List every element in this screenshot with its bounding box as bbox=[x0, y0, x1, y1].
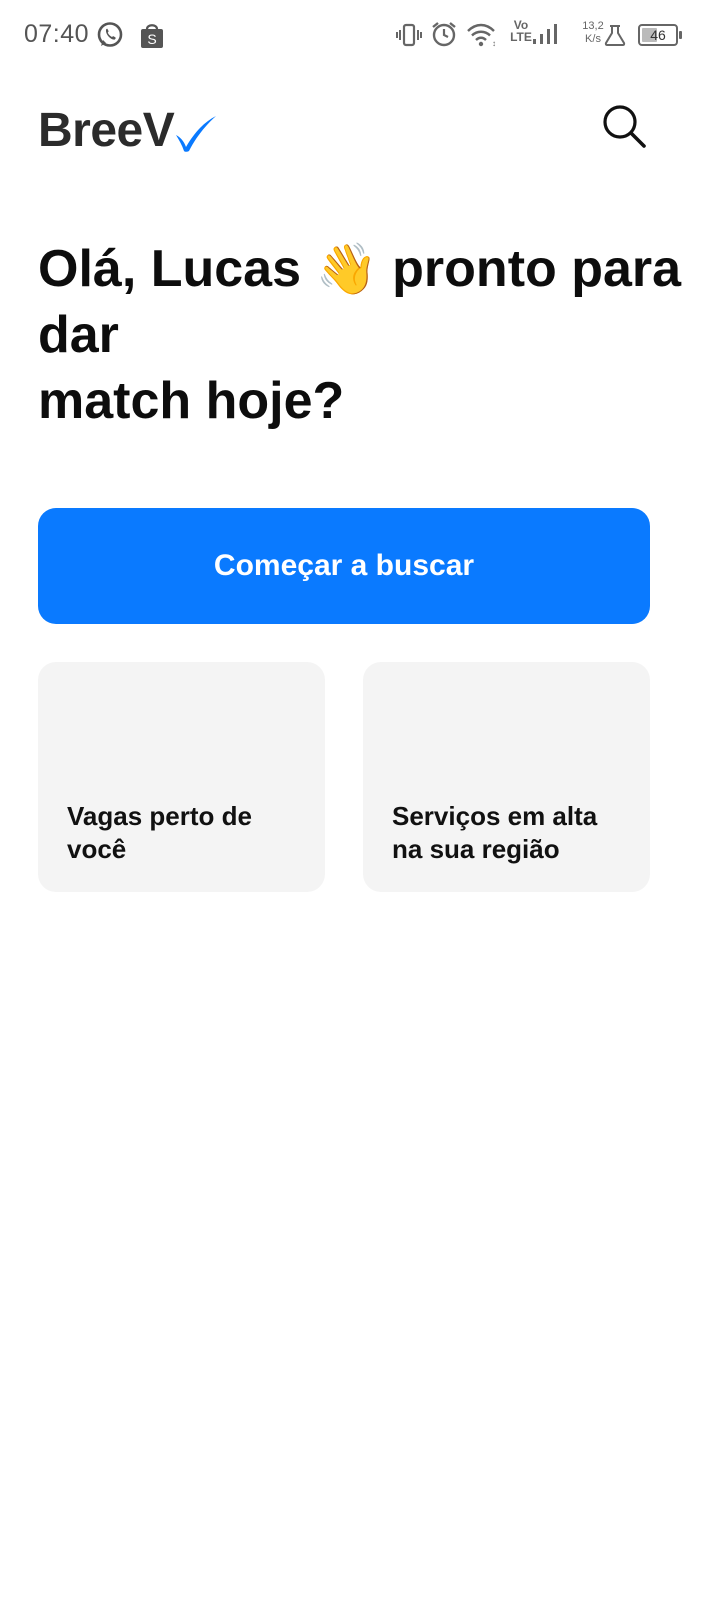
wifi-icon: ↕ bbox=[467, 23, 496, 48]
card-title: Serviços em alta na sua região bbox=[392, 801, 598, 864]
shopee-icon: S bbox=[141, 24, 163, 48]
logo-text: BreeV bbox=[38, 103, 175, 157]
card-trending-services[interactable]: Serviços em alta na sua região bbox=[363, 662, 650, 892]
search-icon[interactable] bbox=[600, 102, 648, 150]
card-nearby-jobs[interactable]: Vagas perto de você bbox=[38, 662, 325, 892]
status-time: 07:40 bbox=[24, 20, 90, 48]
app-logo: BreeV bbox=[38, 100, 218, 160]
waving-hand-emoji: 👋 bbox=[315, 241, 378, 297]
signal-icon bbox=[533, 24, 557, 44]
svg-text:S: S bbox=[147, 31, 156, 47]
greeting-heading: Olá, Lucas 👋 pronto para dar match hoje? bbox=[38, 236, 681, 434]
card-title: Vagas perto de você bbox=[67, 801, 252, 864]
volte-label: Vo LTE bbox=[510, 18, 532, 44]
check-mark-icon bbox=[176, 116, 217, 152]
start-search-button[interactable]: Começar a buscar bbox=[38, 508, 650, 624]
flask-icon bbox=[604, 25, 626, 46]
status-bar: 07:40 S ↕ Vo LTE 13,2 K/s 46 bbox=[0, 0, 702, 72]
whatsapp-icon bbox=[97, 22, 123, 47]
alarm-icon bbox=[432, 22, 456, 47]
svg-text:↕: ↕ bbox=[492, 39, 496, 48]
vibrate-icon bbox=[396, 23, 422, 47]
battery-icon: 46 bbox=[638, 24, 682, 46]
